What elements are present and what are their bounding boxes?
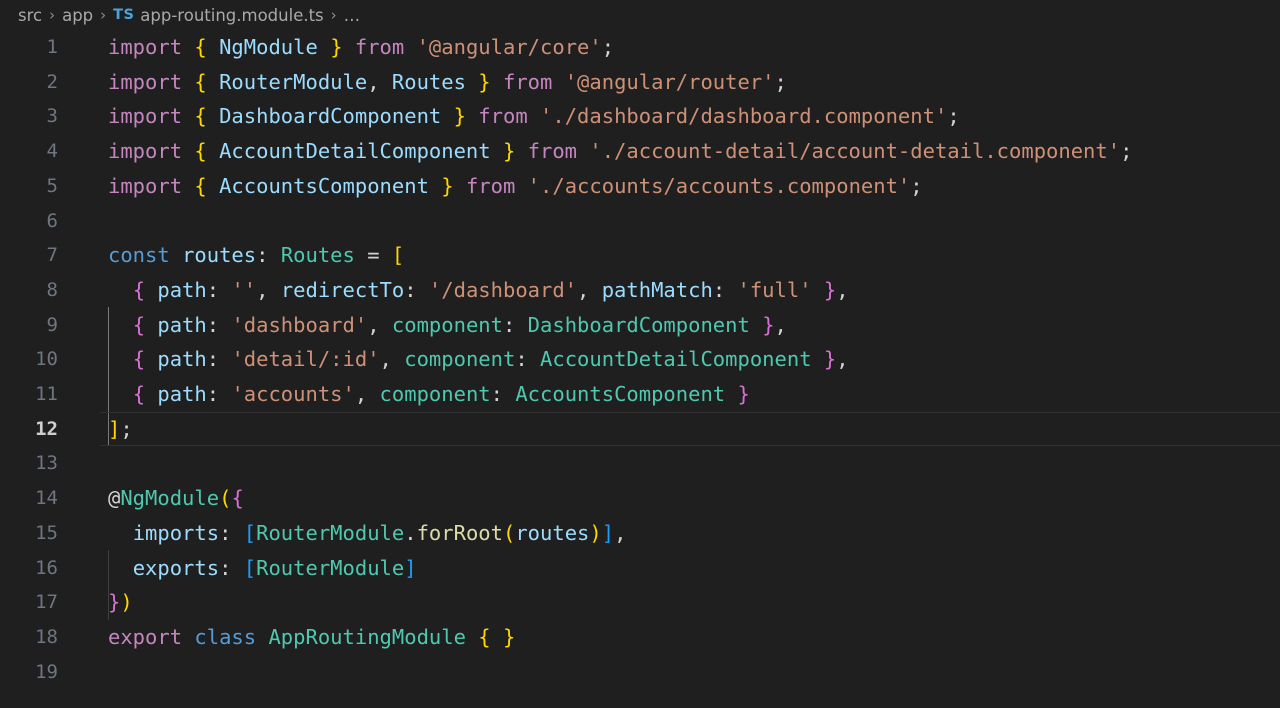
line-content: { path: 'accounts', component: AccountsC… — [132, 382, 750, 406]
code-line[interactable]: 9 { path: 'dashboard', component: Dashbo… — [0, 308, 1280, 343]
typescript-file-icon: TS — [113, 7, 135, 23]
breadcrumb-item-app[interactable]: app — [62, 6, 93, 25]
line-content: import { AccountDetailComponent } from '… — [108, 139, 1133, 164]
line-content: { path: '', redirectTo: '/dashboard', pa… — [132, 277, 849, 302]
line-content: imports: [RouterModule.forRoot(routes)], — [132, 520, 627, 545]
code-line[interactable]: 6 — [0, 204, 1280, 239]
code-editor[interactable]: 1 import { NgModule } from '@angular/cor… — [0, 30, 1280, 708]
code-line[interactable]: 10 { path: 'detail/:id', component: Acco… — [0, 342, 1280, 377]
line-number: 8 — [46, 278, 58, 301]
line-content: @NgModule({ — [108, 486, 244, 511]
line-content: const routes: Routes = [ — [108, 243, 405, 268]
chevron-right-icon: › — [100, 6, 107, 24]
code-line[interactable]: 2 import { RouterModule, Routes } from '… — [0, 65, 1280, 100]
line-content: }) — [108, 590, 133, 615]
line-content: import { DashboardComponent } from './da… — [108, 104, 960, 129]
line-number: 12 — [35, 417, 58, 440]
breadcrumb: src › app › TS app-routing.module.ts › … — [0, 0, 1280, 30]
chevron-right-icon: › — [49, 6, 56, 24]
breadcrumb-item-file[interactable]: app-routing.module.ts — [140, 6, 323, 25]
line-number: 1 — [46, 36, 58, 58]
code-line[interactable]: 14 @NgModule({ — [0, 481, 1280, 516]
line-number: 18 — [35, 625, 58, 648]
code-line[interactable]: 17 }) — [0, 585, 1280, 620]
line-number: 14 — [35, 487, 58, 510]
code-line[interactable]: 13 — [0, 446, 1280, 481]
line-number: 17 — [35, 591, 58, 614]
code-line[interactable]: 3 import { DashboardComponent } from './… — [0, 99, 1280, 134]
line-number: 19 — [35, 660, 58, 683]
code-line[interactable]: 16 exports: [RouterModule] — [0, 551, 1280, 586]
code-line[interactable]: 18 export class AppRoutingModule { } — [0, 620, 1280, 655]
line-content: export class AppRoutingModule { } — [108, 624, 516, 649]
line-content: import { RouterModule, Routes } from '@a… — [108, 69, 787, 94]
code-line[interactable]: 1 import { NgModule } from '@angular/cor… — [0, 30, 1280, 65]
line-content: exports: [RouterModule] — [132, 555, 417, 580]
code-line[interactable]: 4 import { AccountDetailComponent } from… — [0, 134, 1280, 169]
line-number: 15 — [35, 521, 58, 544]
line-number: 6 — [46, 209, 58, 232]
line-number: 3 — [46, 105, 58, 128]
code-line[interactable]: 11 { path: 'accounts', component: Accoun… — [0, 377, 1280, 412]
line-content: import { NgModule } from '@angular/core'… — [108, 35, 615, 59]
code-line-active[interactable]: 12 ]; — [0, 411, 1280, 447]
code-line[interactable]: 7 const routes: Routes = [ — [0, 238, 1280, 273]
line-number: 7 — [46, 244, 58, 267]
line-content: { path: 'dashboard', component: Dashboar… — [132, 312, 787, 337]
line-content: ]; — [108, 416, 133, 441]
line-number: 13 — [35, 452, 58, 475]
code-line[interactable]: 15 imports: [RouterModule.forRoot(routes… — [0, 516, 1280, 551]
code-line[interactable]: 19 — [0, 655, 1280, 690]
line-number: 5 — [46, 174, 58, 197]
line-number: 11 — [35, 383, 58, 405]
line-number: 16 — [35, 556, 58, 579]
code-line[interactable]: 5 import { AccountsComponent } from './a… — [0, 169, 1280, 204]
line-content: { path: 'detail/:id', component: Account… — [132, 347, 849, 372]
line-number: 10 — [35, 348, 58, 371]
line-content: import { AccountsComponent } from './acc… — [108, 173, 923, 198]
active-line-highlight — [100, 411, 1280, 447]
line-number: 4 — [46, 140, 58, 163]
breadcrumb-overflow[interactable]: … — [344, 6, 362, 25]
chevron-right-icon: › — [330, 6, 337, 24]
line-number: 9 — [46, 313, 58, 336]
breadcrumb-item-src[interactable]: src — [18, 6, 42, 25]
code-line[interactable]: 8 { path: '', redirectTo: '/dashboard', … — [0, 273, 1280, 308]
line-number: 2 — [46, 70, 58, 93]
